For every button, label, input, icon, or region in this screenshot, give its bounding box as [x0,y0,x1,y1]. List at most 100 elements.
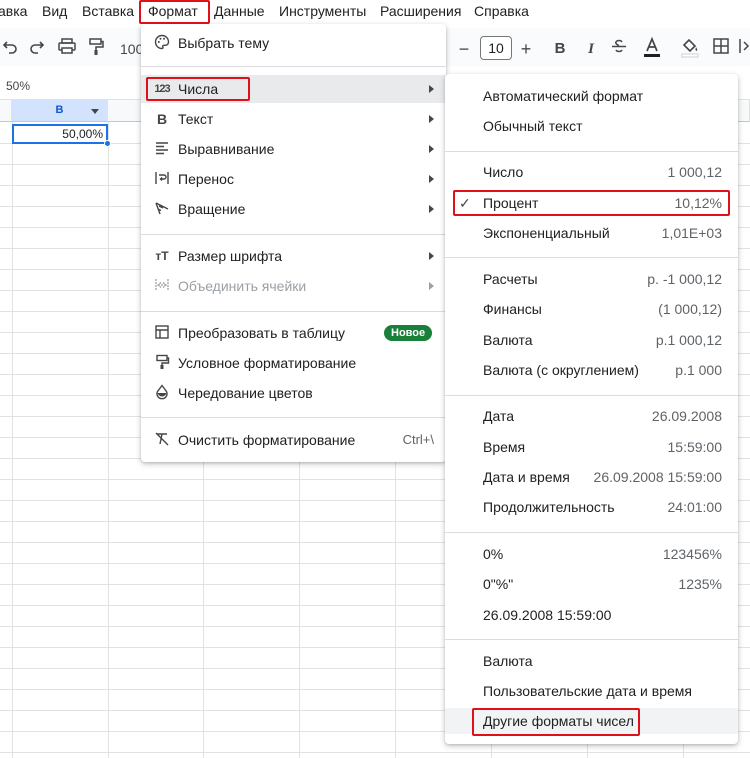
format-option-label: 26.09.2008 15:59:00 [483,607,612,623]
format-option-custom-literal[interactable]: 0"%" 1235% [445,571,738,597]
format-option-more-formats[interactable]: Другие форматы чисел [445,708,738,734]
clear-format-icon [153,431,171,449]
print-icon[interactable] [58,38,78,60]
table-icon [153,324,171,342]
menu-item-theme[interactable]: Выбрать тему [141,29,446,57]
menu-item-wrap[interactable]: Перенос [141,165,446,193]
menu-extensions[interactable]: Расширения [380,2,461,20]
menu-separator [445,257,738,258]
checkmark-icon: ✓ [459,195,471,211]
column-divider [108,122,109,758]
column-menu-icon[interactable] [91,109,99,114]
format-option-example: (1 000,12) [658,301,722,317]
menu-edit[interactable]: авка [0,2,27,20]
fill-color-icon[interactable] [680,36,702,58]
format-option-number[interactable]: Число 1 000,12 [445,159,738,185]
format-option-label: Обычный текст [483,118,583,134]
menu-item-convert-table[interactable]: Преобразовать в таблицу Новое [141,319,446,347]
format-option-label: Время [483,439,526,455]
font-size-input[interactable]: 10 [480,36,512,60]
format-option-date[interactable]: Дата 26.09.2008 [445,403,738,429]
menu-item-label: Объединить ячейки [178,278,307,294]
column-header-a[interactable] [0,100,12,122]
format-option-example: 26.09.2008 [651,408,722,424]
menu-item-clear-format[interactable]: Очистить форматирование Ctrl+\ [141,426,446,454]
submenu-arrow-icon [429,115,434,123]
shortcut-label: Ctrl+\ [402,432,434,447]
format-option-example: 1235% [678,576,722,592]
name-box[interactable]: 50% [6,79,30,93]
borders-icon[interactable] [713,38,733,60]
increase-font-icon[interactable]: + [518,38,534,60]
menu-help[interactable]: Справка [474,2,529,20]
menu-item-label: Условное форматирование [178,355,357,371]
format-option-time[interactable]: Время 15:59:00 [445,434,738,460]
text-color-icon[interactable] [642,36,664,58]
menu-item-label: Преобразовать в таблицу [178,325,346,341]
palette-icon [153,34,171,52]
new-badge: Новое [384,325,433,341]
menu-item-numbers[interactable]: 123 Числа [141,75,446,103]
menu-item-text[interactable]: B Текст [141,105,446,133]
menu-view[interactable]: Вид [42,2,67,20]
align-left-icon [153,140,171,158]
italic-button[interactable]: I [581,38,601,60]
selected-cell-b[interactable]: 50,00% [12,124,108,144]
format-option-label: Дата [483,408,515,424]
format-option-example: 1,01E+03 [661,225,722,241]
merge-toolbar-icon[interactable] [739,38,750,60]
menu-item-label: Размер шрифта [178,248,283,264]
format-option-currency-rounded[interactable]: Валюта (с округлением) р.1 000 [445,357,738,383]
redo-icon[interactable] [29,38,47,60]
menu-item-label: Очистить форматирование [178,432,356,448]
undo-icon[interactable] [2,38,20,60]
format-option-accounting[interactable]: Расчеты р. -1 000,12 [445,266,738,292]
format-option-datetime[interactable]: Дата и время 26.09.2008 15:59:00 [445,464,738,490]
strikethrough-icon[interactable] [611,38,631,60]
format-option-financial[interactable]: Финансы (1 000,12) [445,296,738,322]
format-option-label: Финансы [483,301,542,317]
format-option-custom-percent[interactable]: 0% 123456% [445,541,738,567]
format-option-label: Расчеты [483,271,538,287]
row-divider [0,752,750,753]
menu-item-conditional[interactable]: Условное форматирование [141,349,446,377]
format-option-scientific[interactable]: Экспоненциальный 1,01E+03 [445,220,738,246]
menu-item-font-size[interactable]: тT Размер шрифта [141,242,446,270]
menu-format[interactable]: Формат [148,2,198,20]
format-option-label: Пользовательские дата и время [483,683,692,699]
menu-item-alignment[interactable]: Выравнивание [141,135,446,163]
format-option-example: р.1 000,12 [655,332,722,348]
column-header-b[interactable]: B [12,100,108,122]
format-option-custom-datetime[interactable]: 26.09.2008 15:59:00 [445,602,738,628]
color-drop-icon [153,384,171,402]
menu-tools[interactable]: Инструменты [279,2,366,20]
format-option-label: 0"%" [483,576,514,592]
format-option-label: Экспоненциальный [483,225,610,241]
menu-item-merge: Объединить ячейки [141,272,446,300]
format-menu: Выбрать тему 123 Числа B Текст Выравнива… [141,24,446,462]
format-option-example: 1 000,12 [667,164,723,180]
fill-handle[interactable] [104,140,111,147]
menu-separator [445,532,738,533]
format-option-custom-currency[interactable]: Валюта [445,648,738,674]
format-option-custom-date-time[interactable]: Пользовательские дата и время [445,678,738,704]
paint-format-icon[interactable] [88,38,108,60]
menu-item-rotate[interactable]: Вращение [141,195,446,223]
submenu-arrow-icon [429,282,434,290]
menu-item-label: Вращение [178,201,246,217]
format-option-label: Валюта (с округлением) [483,362,639,378]
format-option-plain-text[interactable]: Обычный текст [445,113,738,139]
menu-bar: авка Вид Вставка Формат Данные Инструмен… [0,0,750,22]
menu-data[interactable]: Данные [214,2,265,20]
bold-button[interactable]: B [550,38,570,60]
menu-insert[interactable]: Вставка [82,2,134,20]
format-option-currency[interactable]: Валюта р.1 000,12 [445,327,738,353]
menu-item-alternating-colors[interactable]: Чередование цветов [141,379,446,407]
decrease-font-icon[interactable]: − [456,38,472,60]
menu-separator [141,417,446,418]
format-option-label: Другие форматы чисел [483,713,634,729]
format-option-auto[interactable]: Автоматический формат [445,83,738,109]
format-option-duration[interactable]: Продолжительность 24:01:00 [445,494,738,520]
format-option-percent[interactable]: ✓ Процент 10,12% [445,190,738,216]
format-option-label: Валюта [483,332,533,348]
